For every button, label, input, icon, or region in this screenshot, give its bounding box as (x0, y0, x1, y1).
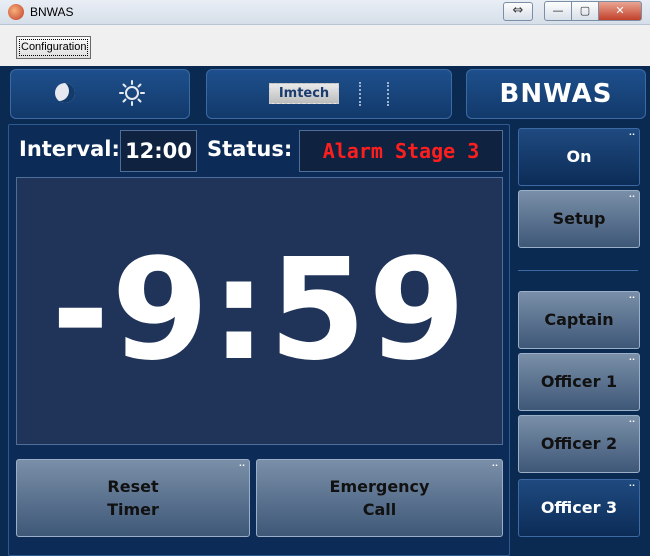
night-mode-icon[interactable] (55, 83, 75, 103)
button-corner-dots: ·· (238, 461, 245, 470)
setup-label: Setup (552, 209, 606, 228)
reset-label-line2: Timer (107, 500, 159, 519)
configuration-button[interactable]: Configuration (16, 36, 92, 59)
emergency-label-line1: Emergency (329, 477, 430, 496)
brand-panel: BNWAS (466, 69, 646, 119)
interval-value: 12:00 (120, 130, 197, 172)
button-corner-dots: ·· (628, 293, 635, 302)
status-value: Alarm Stage 3 (299, 130, 503, 172)
on-label: On (566, 147, 592, 166)
maximize-button[interactable]: ▢ (571, 1, 599, 21)
interval-label: Interval: (19, 137, 120, 161)
button-corner-dots: ·· (628, 130, 635, 139)
app-icon (8, 4, 24, 20)
officer-3-button[interactable]: ·· Officer 3 (518, 479, 640, 537)
timer-value: -9:59 (51, 229, 468, 392)
officer-2-label: Officer 2 (540, 434, 618, 453)
officer-1-label: Officer 1 (540, 372, 618, 391)
button-corner-dots: ·· (491, 461, 498, 470)
button-corner-dots: ·· (628, 192, 635, 201)
status-label: Status: (207, 137, 293, 161)
emergency-call-button[interactable]: ·· Emergency Call (256, 459, 503, 537)
logo-panel: Imtech (206, 69, 452, 119)
setup-button[interactable]: ·· Setup (518, 190, 640, 248)
on-button[interactable]: ·· On (518, 128, 640, 186)
captain-label: Captain (544, 310, 614, 329)
reset-label-line1: Reset (107, 477, 159, 496)
button-corner-dots: ·· (628, 481, 635, 490)
reset-timer-button[interactable]: ·· Reset Timer (16, 459, 250, 537)
window-controls: — ▢ ✕ (544, 1, 642, 21)
main-panel: Interval: 12:00 Status: Alarm Stage 3 -9… (8, 124, 510, 556)
minimize-button[interactable]: — (544, 1, 572, 21)
button-corner-dots: ·· (628, 417, 635, 426)
side-panel: ·· On ·· Setup ·· Captain ·· Officer 1 ·… (512, 124, 644, 554)
window-restore-extra-button[interactable]: ⇔ (503, 2, 533, 21)
window-title: BNWAS (30, 5, 74, 19)
placeholder-dots (359, 82, 389, 106)
emergency-label-line2: Call (362, 500, 397, 519)
side-divider (518, 270, 638, 271)
imtech-logo: Imtech (269, 83, 339, 104)
brand-title: BNWAS (499, 79, 613, 109)
officer-3-label: Officer 3 (540, 498, 618, 517)
day-night-panel (10, 69, 190, 119)
button-corner-dots: ·· (628, 355, 635, 364)
officer-2-button[interactable]: ·· Officer 2 (518, 415, 640, 473)
captain-button[interactable]: ·· Captain (518, 291, 640, 349)
title-bar: BNWAS ⇔ — ▢ ✕ (0, 0, 650, 25)
close-button[interactable]: ✕ (598, 1, 642, 21)
timer-display: -9:59 (16, 177, 503, 445)
officer-1-button[interactable]: ·· Officer 1 (518, 353, 640, 411)
bnwas-panel: Imtech BNWAS Interval: 12:00 Status: Ala… (0, 66, 650, 556)
toolbar: Configuration (0, 25, 650, 65)
day-mode-icon[interactable] (119, 80, 145, 106)
